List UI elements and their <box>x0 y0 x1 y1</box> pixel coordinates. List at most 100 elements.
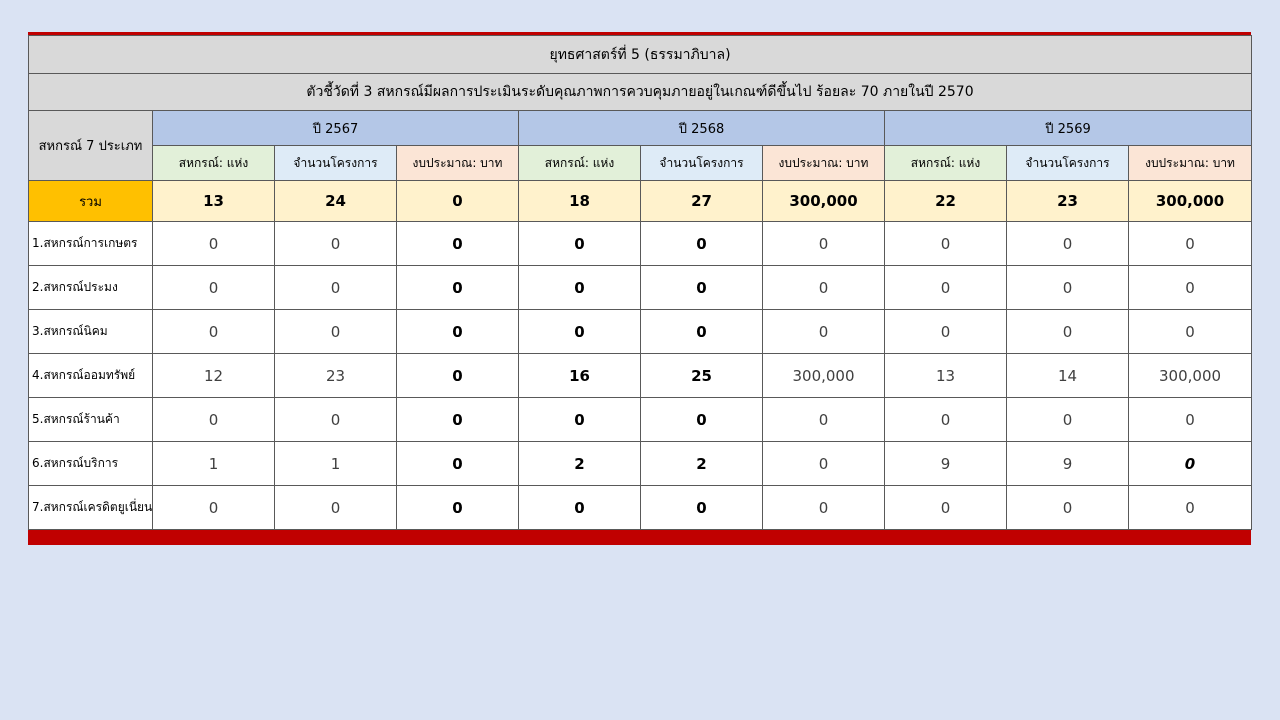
table-cell: 300,000 <box>1127 353 1253 398</box>
table-cell: 0 <box>152 309 275 354</box>
row-label: 6.สหกรณ์บริการ <box>28 441 153 486</box>
table-row: 1.สหกรณ์การเกษตร 0 0 0 0 0 0 0 0 0 <box>28 221 1253 266</box>
year-header-2567: ปี 2567 <box>152 110 519 146</box>
table-cell: 0 <box>1006 265 1129 310</box>
table-cell: 9 <box>884 441 1007 486</box>
table-cell: 0 <box>762 485 885 530</box>
total-cell: 24 <box>274 180 397 222</box>
table-cell: 0 <box>640 265 763 310</box>
table-cell: 0 <box>1006 309 1129 354</box>
table-cell: 14 <box>1006 353 1129 398</box>
table-cell: 16 <box>518 353 641 398</box>
table-cell: 0 <box>152 397 275 442</box>
table-cell: 0 <box>274 397 397 442</box>
table-cell: 0 <box>396 353 519 398</box>
table-cell: 0 <box>884 485 1007 530</box>
table-cell: 0 <box>396 485 519 530</box>
table-row: 3.สหกรณ์นิคม 0 0 0 0 0 0 0 0 0 <box>28 309 1253 354</box>
table-cell: 0 <box>518 485 641 530</box>
table-cell: 0 <box>518 265 641 310</box>
table-cell: 2 <box>518 441 641 486</box>
table-cell: 0 <box>152 485 275 530</box>
table-cell: 0 <box>1127 485 1253 530</box>
table-row: 5.สหกรณ์ร้านค้า 0 0 0 0 0 0 0 0 0 <box>28 397 1253 442</box>
row-label: 4.สหกรณ์ออมทรัพย์ <box>28 353 153 398</box>
subheader-budget: งบประมาณ: บาท <box>396 145 519 181</box>
total-cell: 300,000 <box>762 180 885 222</box>
subheader-projects: จำนวนโครงการ <box>274 145 397 181</box>
row-label: 5.สหกรณ์ร้านค้า <box>28 397 153 442</box>
table-cell: 0 <box>762 265 885 310</box>
table-cell: 0 <box>274 485 397 530</box>
table-row: 2.สหกรณ์ประมง 0 0 0 0 0 0 0 0 0 <box>28 265 1253 310</box>
total-cell: 27 <box>640 180 763 222</box>
table-row: 6.สหกรณ์บริการ 1 1 0 2 2 0 9 9 0 <box>28 441 1253 486</box>
table-cell: 0 <box>152 265 275 310</box>
table-cell: 0 <box>640 485 763 530</box>
table-cell: 0 <box>1127 309 1253 354</box>
table-cell: 0 <box>1127 397 1253 442</box>
table-cell: 0 <box>396 309 519 354</box>
table-cell: 0 <box>762 221 885 266</box>
row-label: 7.สหกรณ์เครดิตยูเนี่ยน <box>28 485 153 530</box>
table-cell: 0 <box>518 221 641 266</box>
table-cell: 1 <box>274 441 397 486</box>
total-cell: 13 <box>152 180 275 222</box>
table-cell: 0 <box>152 221 275 266</box>
year-header-2569: ปี 2569 <box>883 110 1253 146</box>
total-row: รวม 13 24 0 18 27 300,000 22 23 300,000 <box>28 180 1253 222</box>
table-cell: 0 <box>1127 441 1253 486</box>
strategy-row: ยุทธศาสตร์ที่ 5 (ธรรมาภิบาล) <box>27 35 1253 74</box>
table-cell: 0 <box>396 441 519 486</box>
table-cell: 0 <box>274 221 397 266</box>
table-cell: 1 <box>152 441 275 486</box>
year-header-row: สหกรณ์ 7 ประเภท ปี 2567 ปี 2568 ปี 2569 <box>28 110 1253 181</box>
slide-content: ยุทธศาสตร์ที่ 5 (ธรรมาภิบาล) ตัวชี้วัดที… <box>27 32 1253 545</box>
total-cell: 0 <box>396 180 519 222</box>
table-cell: 0 <box>884 221 1007 266</box>
table-cell: 0 <box>640 309 763 354</box>
table-cell: 9 <box>1006 441 1129 486</box>
table-cell: 0 <box>274 265 397 310</box>
subheader-coops: สหกรณ์: แห่ง <box>518 145 641 181</box>
table-cell: 0 <box>1006 221 1129 266</box>
strategy-table: ยุทธศาสตร์ที่ 5 (ธรรมาภิบาล) ตัวชี้วัดที… <box>27 35 1253 530</box>
subheader-row: สหกรณ์: แห่ง จำนวนโครงการ งบประมาณ: บาท … <box>29 145 1253 181</box>
subheader-projects: จำนวนโครงการ <box>1006 145 1129 181</box>
total-cell: 300,000 <box>1127 180 1253 222</box>
subheader-budget: งบประมาณ: บาท <box>762 145 885 181</box>
table-cell: 0 <box>1006 485 1129 530</box>
table-cell: 0 <box>1127 265 1253 310</box>
subheader-projects: จำนวนโครงการ <box>640 145 763 181</box>
table-cell: 0 <box>640 397 763 442</box>
table-cell: 0 <box>396 265 519 310</box>
table-cell: 0 <box>884 397 1007 442</box>
total-label: รวม <box>28 180 153 222</box>
row-header: สหกรณ์ 7 ประเภท <box>28 110 153 181</box>
table-cell: 0 <box>884 265 1007 310</box>
row-label: 3.สหกรณ์นิคม <box>28 309 153 354</box>
table-cell: 0 <box>518 397 641 442</box>
table-cell: 0 <box>1127 221 1253 266</box>
table-cell: 300,000 <box>762 353 885 398</box>
indicator-row: ตัวชี้วัดที่ 3 สหกรณ์มีผลการประเมินระดับ… <box>27 73 1253 111</box>
total-cell: 22 <box>884 180 1007 222</box>
table-cell: 0 <box>762 397 885 442</box>
year-header-2568: ปี 2568 <box>518 110 885 146</box>
table-cell: 0 <box>762 441 885 486</box>
table-cell: 13 <box>884 353 1007 398</box>
table-cell: 0 <box>640 221 763 266</box>
table-row: 4.สหกรณ์ออมทรัพย์ 12 23 0 16 25 300,000 … <box>28 353 1253 398</box>
bottom-accent-bar <box>28 530 1251 545</box>
table-cell: 0 <box>396 221 519 266</box>
total-cell: 18 <box>518 180 641 222</box>
subheader-coops: สหกรณ์: แห่ง <box>152 145 275 181</box>
subheader-coops: สหกรณ์: แห่ง <box>884 145 1007 181</box>
table-cell: 12 <box>152 353 275 398</box>
table-cell: 2 <box>640 441 763 486</box>
total-cell: 23 <box>1006 180 1129 222</box>
subheader-budget: งบประมาณ: บาท <box>1127 145 1253 181</box>
table-cell: 0 <box>762 309 885 354</box>
table-cell: 0 <box>518 309 641 354</box>
table-cell: 0 <box>396 397 519 442</box>
